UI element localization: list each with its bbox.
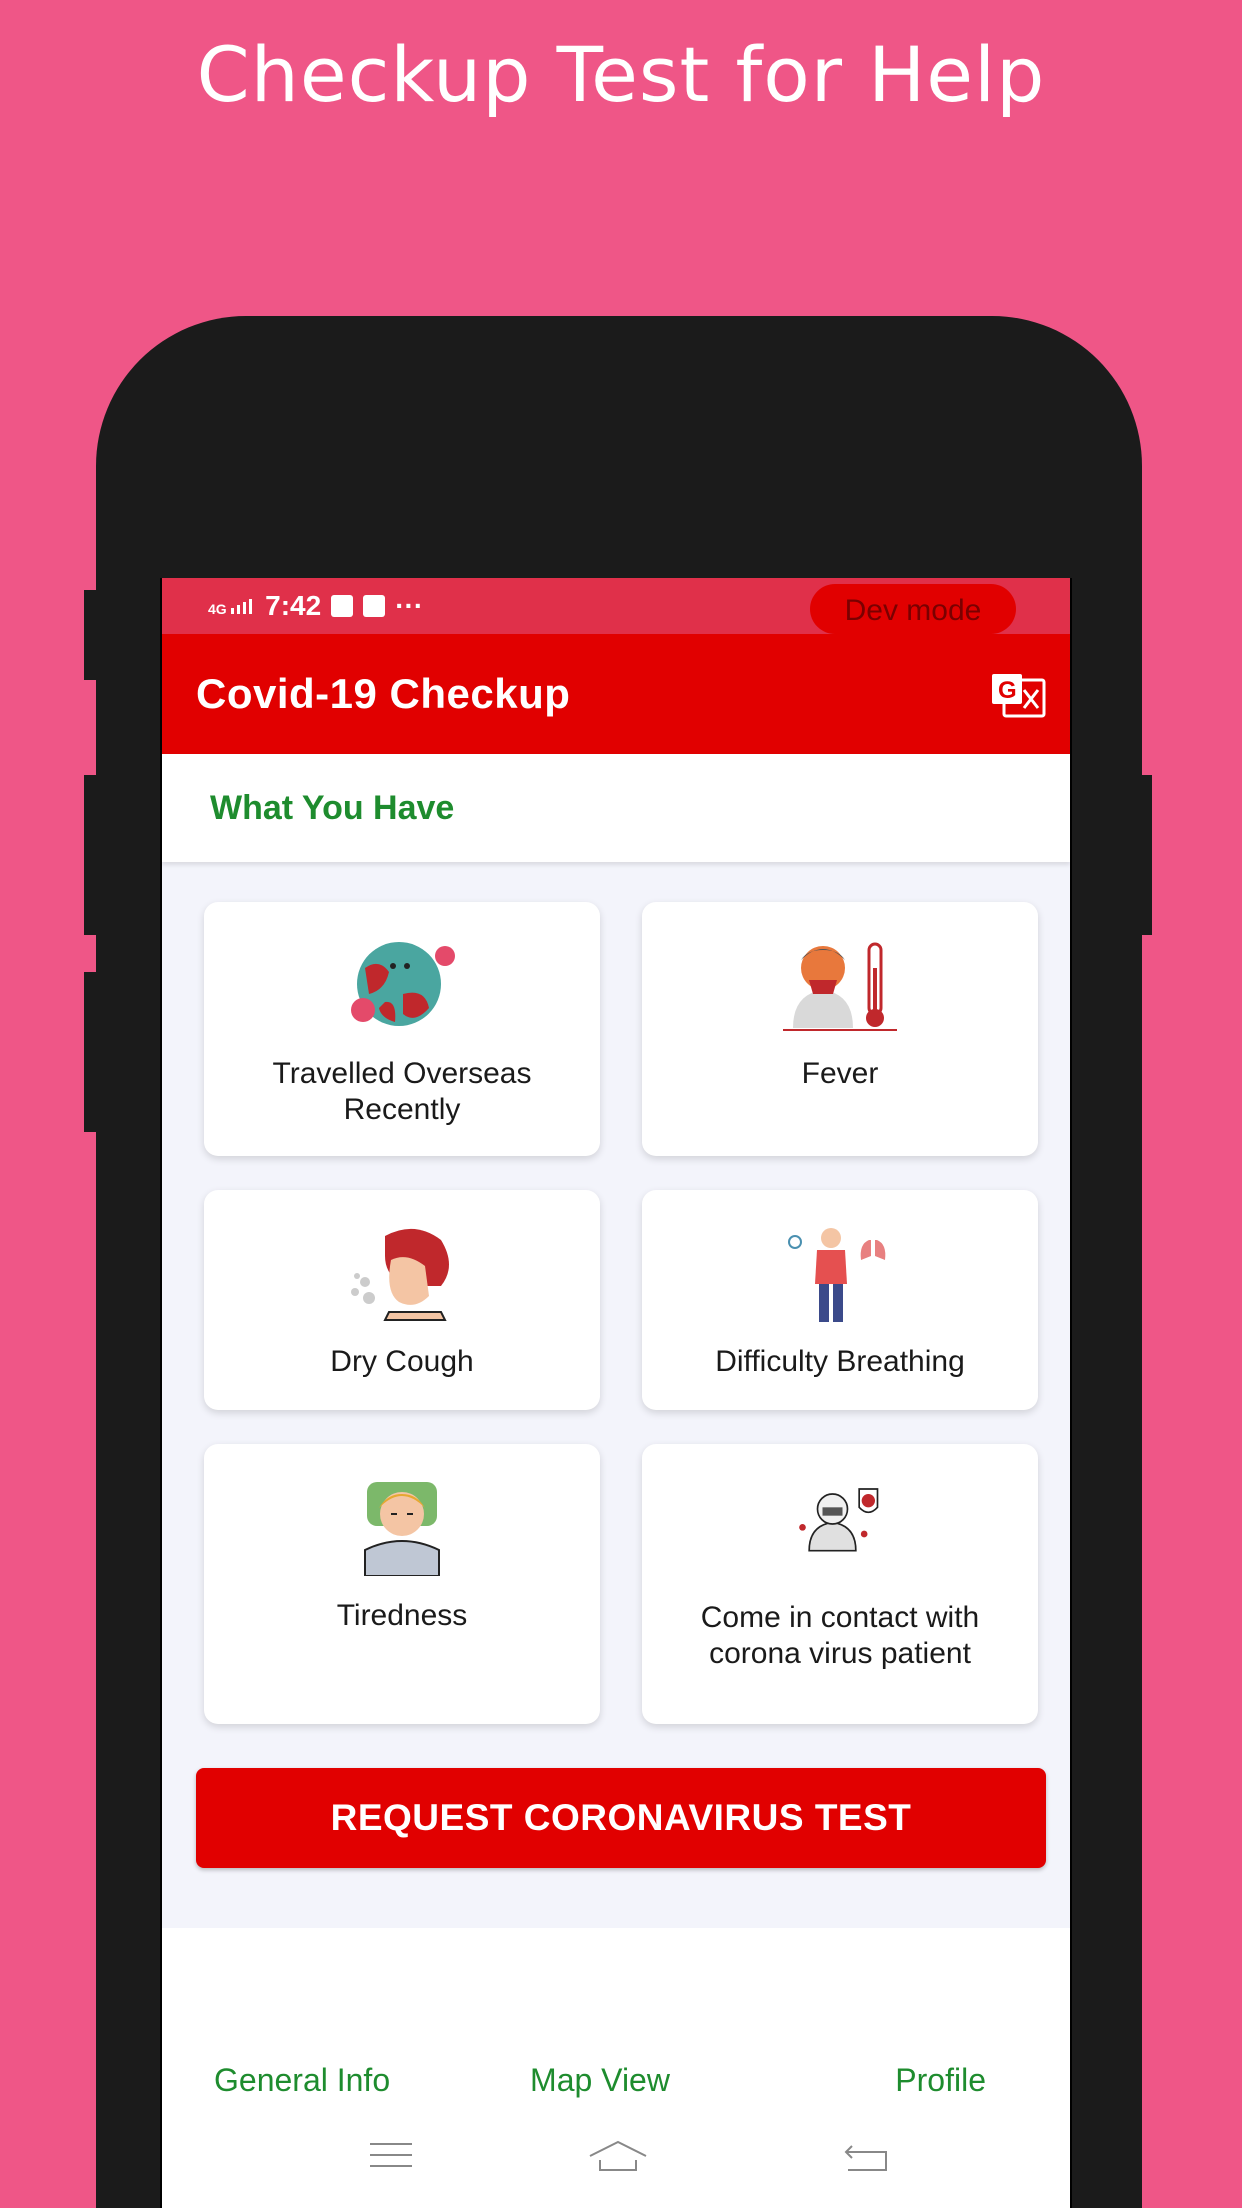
globe-virus-icon: [351, 942, 455, 1026]
symptom-label: Come in contact with corona virus patien…: [700, 1601, 980, 1670]
nav-map-view[interactable]: Map View: [471, 2050, 728, 2110]
signal-bars-icon: [231, 598, 253, 614]
back-icon[interactable]: [842, 2138, 892, 2174]
home-icon[interactable]: [586, 2138, 650, 2174]
action-area: REQUEST CORONAVIRUS TEST: [162, 1738, 1070, 1928]
dev-mode-badge[interactable]: Dev mode: [810, 584, 1016, 634]
phone-side-button: [84, 775, 96, 935]
menu-icon[interactable]: [368, 2138, 414, 2172]
symptom-card-fever[interactable]: Fever: [642, 902, 1038, 1156]
status-bar: 4G 7:42 ··· Dev mode: [162, 578, 1070, 634]
status-time: 7:42: [265, 590, 322, 621]
symptom-card-difficulty-breathing[interactable]: Difficulty Breathing: [642, 1190, 1038, 1410]
translate-icon[interactable]: G: [990, 672, 1046, 718]
promo-title: Checkup Test for Help: [196, 30, 1046, 119]
symptom-card-dry-cough[interactable]: Dry Cough: [204, 1190, 600, 1410]
section-title: What You Have: [210, 788, 455, 827]
symptom-label: Tiredness: [336, 1599, 468, 1632]
network-type: 4G: [208, 600, 227, 617]
symptom-card-travelled[interactable]: Travelled Overseas Recently: [204, 902, 600, 1156]
virus-contact-icon: [799, 1488, 879, 1552]
tired-person-icon: [364, 1482, 440, 1576]
phone-side-button: [84, 590, 96, 680]
notification-icon: [331, 595, 354, 617]
app-title: Covid-19 Checkup: [196, 670, 571, 717]
symptom-label: Fever: [801, 1057, 879, 1090]
request-test-button[interactable]: REQUEST CORONAVIRUS TEST: [196, 1768, 1046, 1868]
phone-side-button: [84, 972, 96, 1132]
symptom-card-tiredness[interactable]: Tiredness: [204, 1444, 600, 1724]
section-header: What You Have: [162, 754, 1070, 862]
app-notification-icon: [363, 595, 386, 617]
symptom-label: Travelled Overseas Recently: [272, 1057, 532, 1126]
breathing-lungs-icon: [788, 1228, 886, 1322]
symptom-grid: Travelled Overseas Recently Fever Dry Co…: [162, 862, 1070, 1738]
system-navigation-bar: [162, 2138, 1070, 2198]
fever-thermometer-icon: [783, 942, 897, 1031]
symptom-label: Difficulty Breathing: [715, 1345, 965, 1378]
more-notifications: ···: [395, 590, 424, 621]
nav-profile[interactable]: Profile: [729, 2050, 1070, 2110]
phone-screen: 4G 7:42 ··· Dev mode Covid-19 Checkup G …: [160, 578, 1072, 2208]
app-bar: Covid-19 Checkup G: [162, 634, 1070, 754]
bottom-nav: General Info Map View Profile: [162, 2050, 1070, 2110]
svg-text:G: G: [998, 677, 1017, 704]
symptom-label: Dry Cough: [330, 1345, 474, 1378]
nav-general-info[interactable]: General Info: [162, 2050, 471, 2110]
symptom-card-contact[interactable]: Come in contact with corona virus patien…: [642, 1444, 1038, 1724]
cough-icon: [351, 1228, 449, 1321]
signal-icon: 4G: [208, 596, 255, 617]
